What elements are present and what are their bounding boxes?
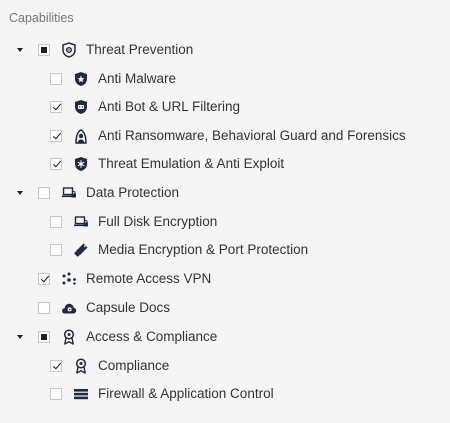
tree-label: Firewall & Application Control (98, 386, 274, 401)
tree-row-capsule-docs[interactable]: Capsule Docs (0, 296, 450, 320)
firewall-bars-icon (73, 386, 89, 402)
award-ribbon-icon (61, 329, 77, 345)
sparkle-shield-icon (73, 156, 89, 172)
laptop-lock-icon (73, 214, 89, 230)
tree-row-anti-ransomware[interactable]: Anti Ransomware, Behavioral Guard and Fo… (0, 124, 450, 148)
checkbox-anti-malware[interactable] (50, 73, 62, 85)
checkbox-full-disk-encryption[interactable] (50, 216, 62, 228)
checkbox-threat-emulation[interactable] (50, 158, 62, 170)
tree-row-threat-prevention[interactable]: Threat Prevention (0, 38, 450, 62)
hooded-figure-icon (73, 128, 89, 144)
tree-label: Media Encryption & Port Protection (98, 242, 309, 257)
tree-row-remote-access-vpn[interactable]: Remote Access VPN (0, 267, 450, 291)
capabilities-panel: Capabilities Threat Prevention Anti Malw… (0, 0, 450, 423)
tree-label: Threat Emulation & Anti Exploit (98, 156, 285, 171)
expand-caret[interactable] (17, 335, 23, 339)
award-ribbon-icon (73, 358, 89, 374)
tree-row-data-protection[interactable]: Data Protection (0, 181, 450, 205)
tree-label: Anti Malware (98, 71, 177, 86)
laptop-lock-icon (61, 185, 77, 201)
checkbox-access-compliance[interactable] (38, 331, 50, 343)
tree-row-firewall[interactable]: Firewall & Application Control (0, 382, 450, 406)
checkbox-compliance[interactable] (50, 360, 62, 372)
tree-label: Compliance (98, 358, 170, 373)
checkbox-anti-bot[interactable] (50, 101, 62, 113)
shield-gear-icon (61, 42, 77, 58)
tree-row-threat-emulation[interactable]: Threat Emulation & Anti Exploit (0, 152, 450, 176)
tree-row-anti-malware[interactable]: Anti Malware (0, 67, 450, 91)
usb-pen-icon (73, 242, 89, 258)
checkbox-remote-access-vpn[interactable] (38, 273, 50, 285)
checkbox-media-encryption[interactable] (50, 244, 62, 256)
network-dots-icon (61, 271, 77, 287)
section-title: Capabilities (9, 11, 74, 25)
tree-label: Capsule Docs (86, 300, 171, 315)
tree-label: Anti Ransomware, Behavioral Guard and Fo… (98, 128, 406, 143)
shield-bot-icon (73, 99, 89, 115)
tree-label: Anti Bot & URL Filtering (98, 99, 241, 114)
cloud-lock-icon (61, 300, 77, 316)
tree-label: Full Disk Encryption (98, 214, 218, 229)
tree-row-full-disk-encryption[interactable]: Full Disk Encryption (0, 210, 450, 234)
checkbox-threat-prevention[interactable] (38, 44, 50, 56)
checkbox-firewall[interactable] (50, 388, 62, 400)
tree-row-media-encryption[interactable]: Media Encryption & Port Protection (0, 238, 450, 262)
tree-label: Access & Compliance (86, 329, 218, 344)
checkbox-data-protection[interactable] (38, 187, 50, 199)
expand-caret[interactable] (17, 48, 23, 52)
tree-row-anti-bot[interactable]: Anti Bot & URL Filtering (0, 95, 450, 119)
checkbox-anti-ransomware[interactable] (50, 130, 62, 142)
tree-label: Threat Prevention (86, 42, 194, 57)
shield-bug-icon (73, 71, 89, 87)
tree-label: Data Protection (86, 185, 180, 200)
tree-row-compliance[interactable]: Compliance (0, 354, 450, 378)
tree-row-access-compliance[interactable]: Access & Compliance (0, 325, 450, 349)
tree-label: Remote Access VPN (86, 271, 212, 286)
expand-caret[interactable] (17, 191, 23, 195)
checkbox-capsule-docs[interactable] (38, 302, 50, 314)
